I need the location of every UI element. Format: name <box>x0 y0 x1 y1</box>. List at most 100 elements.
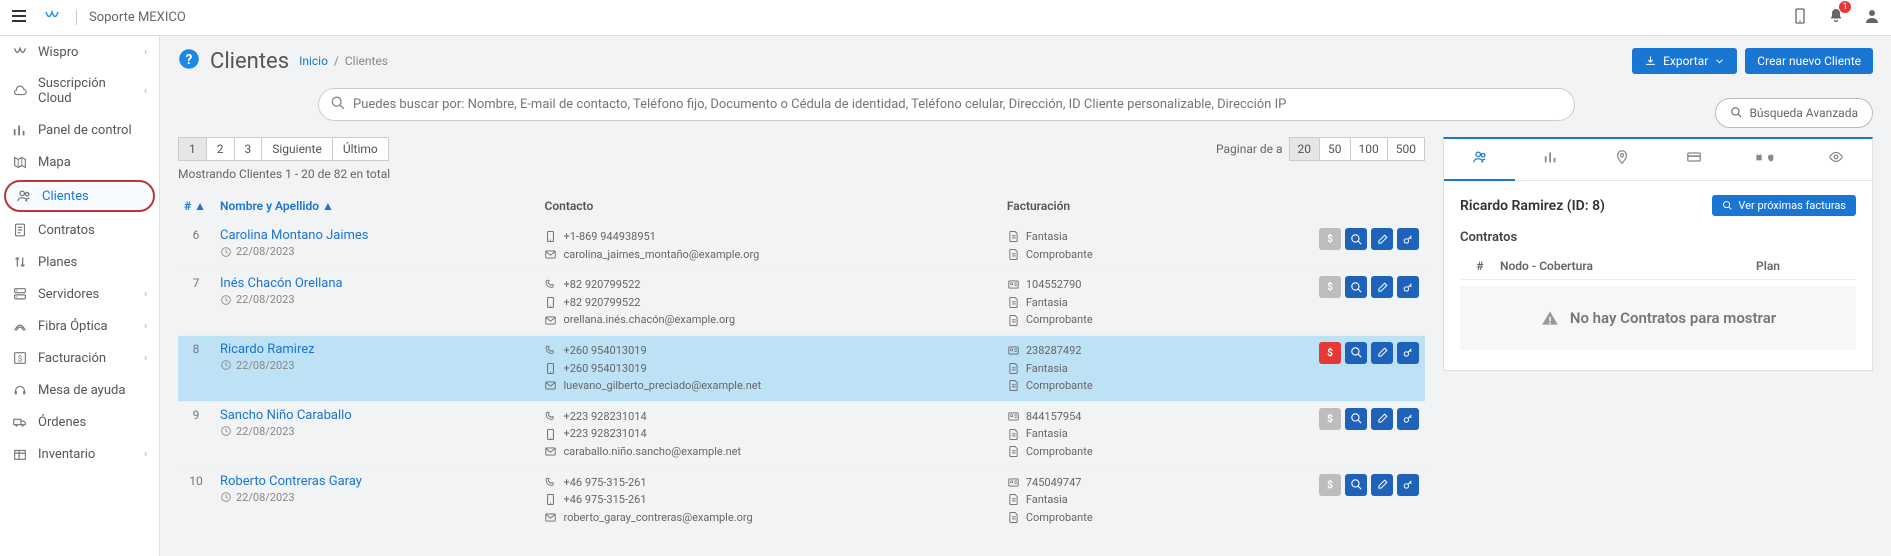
contact-lines: +46 975-315-261+46 975-315-261roberto_ga… <box>544 474 994 527</box>
edit-action-icon[interactable] <box>1371 276 1393 298</box>
col-billing: Facturación <box>1001 191 1199 222</box>
pagination: 123SiguienteÚltimo <box>178 137 389 161</box>
tab-chart[interactable] <box>1515 139 1586 180</box>
edit-action-icon[interactable] <box>1371 342 1393 364</box>
topbar: Soporte MEXICO 1 <box>0 0 1891 36</box>
chevron-icon: ‹ <box>144 47 147 58</box>
mobile-icon[interactable] <box>1791 7 1809 29</box>
table-row[interactable]: 6 Carolina Montano Jaimes 22/08/2023 +1-… <box>178 222 1425 270</box>
client-name-link[interactable]: Inés Chacón Orellana <box>220 276 343 291</box>
key-action-icon[interactable] <box>1397 342 1419 364</box>
page-2[interactable]: 2 <box>207 137 235 161</box>
breadcrumb-home[interactable]: Inicio <box>299 54 328 68</box>
perpage-500[interactable]: 500 <box>1388 137 1425 161</box>
tab-view[interactable] <box>1801 139 1872 180</box>
col-name[interactable]: Nombre y Apellido ▲ <box>214 191 538 222</box>
sidebar-item-facturación[interactable]: Facturación‹ <box>0 342 159 374</box>
perpage-20[interactable]: 20 <box>1289 137 1321 161</box>
client-name-link[interactable]: Carolina Montano Jaimes <box>220 228 369 243</box>
key-action-icon[interactable] <box>1397 408 1419 430</box>
money-action-icon[interactable] <box>1319 228 1341 250</box>
col-number[interactable]: # ▲ <box>178 191 214 222</box>
perpage-50[interactable]: 50 <box>1320 137 1351 161</box>
money-action-icon[interactable] <box>1319 342 1341 364</box>
money-action-icon[interactable] <box>1319 474 1341 496</box>
sidebar-item-inventario[interactable]: Inventario‹ <box>0 438 159 470</box>
perpage-100[interactable]: 100 <box>1351 137 1388 161</box>
sidebar-item-wispro[interactable]: Wispro‹ <box>0 36 159 68</box>
sidebar-item-label: Mapa <box>38 155 71 170</box>
create-client-button[interactable]: Crear nuevo Cliente <box>1745 48 1873 74</box>
export-button[interactable]: Exportar <box>1632 48 1737 74</box>
billing-lines: FantasiaComprobante <box>1007 228 1193 263</box>
notification-badge: 1 <box>1839 1 1851 13</box>
table-row[interactable]: 10 Roberto Contreras Garay 22/08/2023 +4… <box>178 467 1425 532</box>
view-action-icon[interactable] <box>1345 408 1367 430</box>
notifications-icon[interactable]: 1 <box>1827 7 1845 29</box>
sidebar-item-órdenes[interactable]: Órdenes <box>0 406 159 438</box>
sidebar-item-panel-de-control[interactable]: Panel de control <box>0 114 159 146</box>
money-action-icon[interactable] <box>1319 276 1341 298</box>
view-action-icon[interactable] <box>1345 342 1367 364</box>
tab-overview[interactable] <box>1444 139 1515 181</box>
contact-lines: +260 954013019+260 954013019luevano_gilb… <box>544 342 994 395</box>
tab-apps[interactable] <box>1729 139 1800 180</box>
sidebar-item-servidores[interactable]: Servidores‹ <box>0 278 159 310</box>
sidebar-item-fibra-óptica[interactable]: Fibra Óptica‹ <box>0 310 159 342</box>
sidebar-item-label: Inventario <box>38 447 95 462</box>
tab-location[interactable] <box>1587 139 1658 180</box>
table-row[interactable]: 8 Ricardo Ramirez 22/08/2023 +260 954013… <box>178 335 1425 401</box>
contracts-header: # Nodo - Cobertura Plan <box>1460 253 1856 280</box>
page-3[interactable]: 3 <box>235 137 263 161</box>
chevron-icon: ‹ <box>144 353 147 364</box>
view-action-icon[interactable] <box>1345 276 1367 298</box>
map-icon <box>12 154 28 170</box>
clients-table: # ▲ Nombre y Apellido ▲ Contacto Factura… <box>178 191 1425 532</box>
view-invoices-button[interactable]: Ver próximas facturas <box>1712 195 1856 216</box>
client-detail-panel: Ricardo Ramirez (ID: 8) Ver próximas fac… <box>1443 137 1873 371</box>
tab-billing[interactable] <box>1658 139 1729 180</box>
client-date: 22/08/2023 <box>220 293 532 306</box>
advanced-search-button[interactable]: Búsqueda Avanzada <box>1715 98 1873 128</box>
client-date: 22/08/2023 <box>220 245 532 258</box>
key-action-icon[interactable] <box>1397 474 1419 496</box>
key-action-icon[interactable] <box>1397 228 1419 250</box>
search-input[interactable] <box>318 88 1575 121</box>
sidebar-item-label: Panel de control <box>38 123 132 138</box>
user-menu-icon[interactable] <box>1863 7 1881 29</box>
client-name-link[interactable]: Sancho Niño Caraballo <box>220 408 352 423</box>
edit-action-icon[interactable] <box>1371 228 1393 250</box>
edit-action-icon[interactable] <box>1371 408 1393 430</box>
page-last_label[interactable]: Último <box>333 137 389 161</box>
view-action-icon[interactable] <box>1345 228 1367 250</box>
page-next_label[interactable]: Siguiente <box>262 137 333 161</box>
table-row[interactable]: 9 Sancho Niño Caraballo 22/08/2023 +223 … <box>178 401 1425 467</box>
sidebar-item-clientes[interactable]: Clientes <box>4 180 155 212</box>
sidebar-item-planes[interactable]: Planes <box>0 246 159 278</box>
perpage-label: Paginar de a <box>1216 142 1283 156</box>
breadcrumb: Inicio / Clientes <box>299 54 388 68</box>
client-name-link[interactable]: Roberto Contreras Garay <box>220 474 362 489</box>
sidebar-item-mapa[interactable]: Mapa <box>0 146 159 178</box>
page-1[interactable]: 1 <box>178 137 207 161</box>
logo-icon <box>12 44 28 60</box>
key-action-icon[interactable] <box>1397 276 1419 298</box>
detail-client-title: Ricardo Ramirez (ID: 8) <box>1460 198 1605 214</box>
inventory-icon <box>12 446 28 462</box>
search-box <box>318 88 1575 121</box>
help-icon[interactable] <box>178 48 200 74</box>
billing-lines: 745049747FantasiaComprobante <box>1007 474 1193 527</box>
table-row[interactable]: 7 Inés Chacón Orellana 22/08/2023 +82 92… <box>178 270 1425 336</box>
sidebar-item-label: Órdenes <box>38 415 86 430</box>
sidebar-item-mesa-de-ayuda[interactable]: Mesa de ayuda <box>0 374 159 406</box>
sidebar-item-label: Suscripción Cloud <box>38 76 134 106</box>
money-action-icon[interactable] <box>1319 408 1341 430</box>
sidebar-item-suscripción-cloud[interactable]: Suscripción Cloud‹ <box>0 68 159 114</box>
client-name-link[interactable]: Ricardo Ramirez <box>220 342 315 357</box>
server-icon <box>12 286 28 302</box>
sidebar-item-contratos[interactable]: Contratos <box>0 214 159 246</box>
col-contact: Contacto <box>538 191 1000 222</box>
menu-toggle-icon[interactable] <box>10 7 28 29</box>
edit-action-icon[interactable] <box>1371 474 1393 496</box>
view-action-icon[interactable] <box>1345 474 1367 496</box>
